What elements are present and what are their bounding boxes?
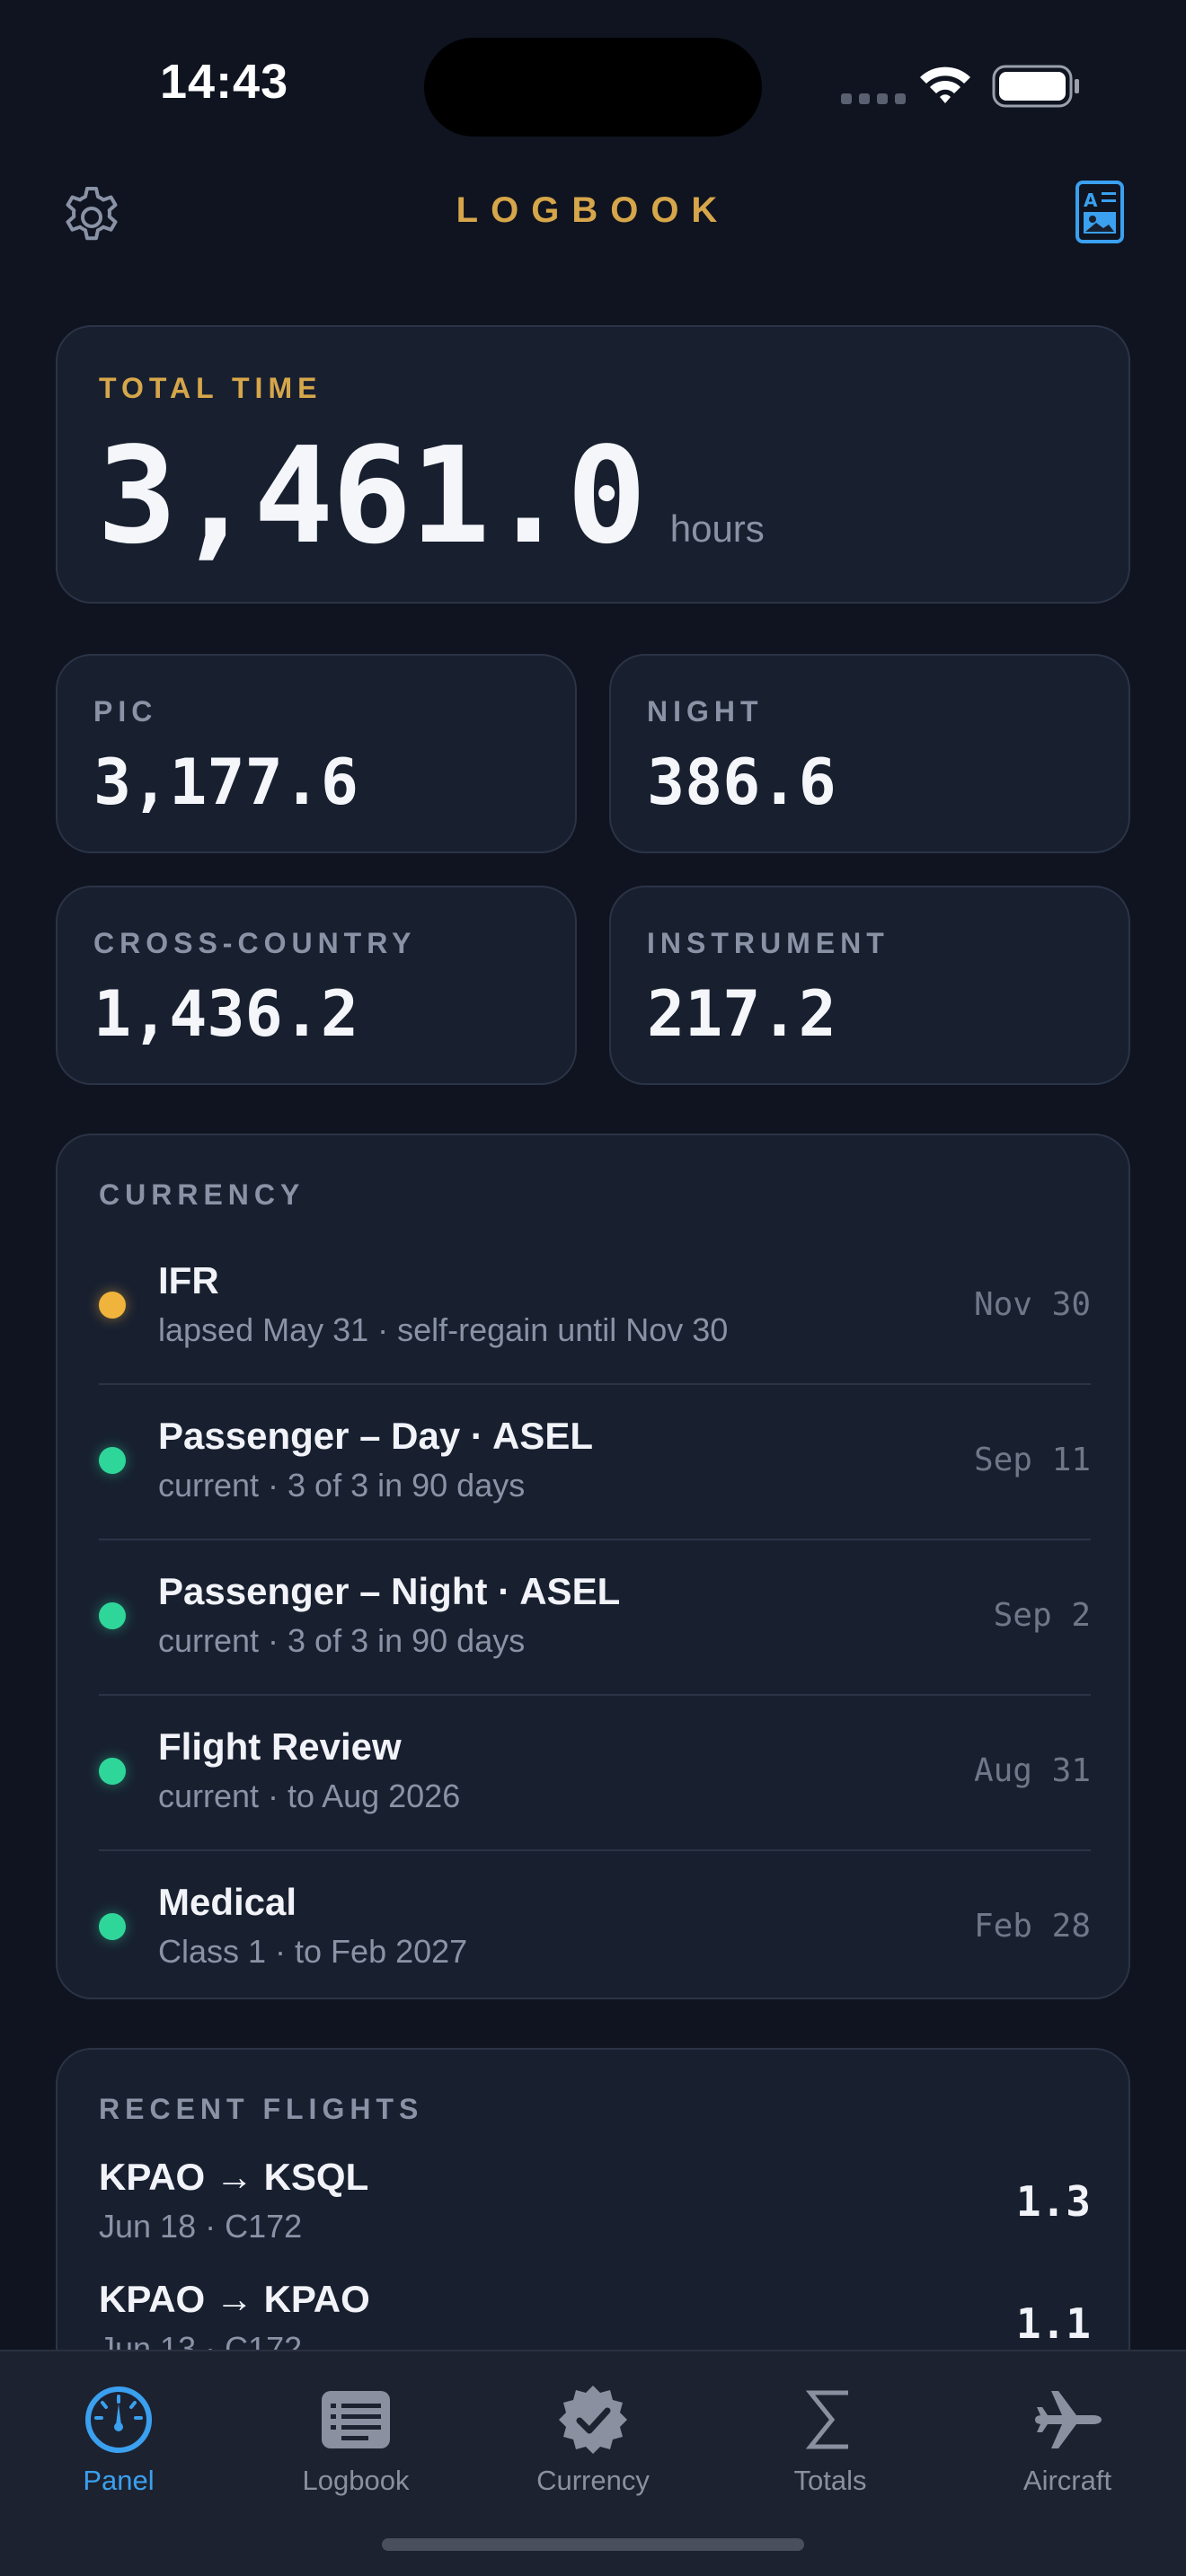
tab-label: Logbook bbox=[302, 2465, 410, 2496]
stat-card-instrument[interactable]: INSTRUMENT 217.2 bbox=[609, 886, 1130, 1085]
currency-item-flight-review[interactable]: Flight Review current · to Aug 2026 Aug … bbox=[99, 1697, 1091, 1851]
currency-item-date: Feb 28 bbox=[973, 1908, 1091, 1945]
currency-item-detail: current · 3 of 3 in 90 days bbox=[158, 1467, 526, 1504]
currency-item-detail: current · 3 of 3 in 90 days bbox=[158, 1622, 526, 1659]
status-dot-current bbox=[99, 1913, 126, 1940]
currency-item-date: Sep 2 bbox=[993, 1597, 1091, 1634]
page-title: LOGBOOK bbox=[456, 190, 730, 230]
stat-value: 3,177.6 bbox=[93, 745, 359, 819]
stat-card-pic[interactable]: PIC 3,177.6 bbox=[56, 654, 577, 853]
stat-value: 217.2 bbox=[647, 977, 836, 1051]
tab-label: Panel bbox=[83, 2465, 155, 2496]
status-dot-current bbox=[99, 1447, 126, 1474]
currency-item-medical[interactable]: Medical Class 1 · to Feb 2027 Feb 28 bbox=[99, 1852, 1091, 2007]
flight-route: KPAO → KSQL bbox=[99, 2156, 369, 2198]
home-indicator[interactable] bbox=[382, 2538, 804, 2551]
app-header: LOGBOOK A bbox=[0, 171, 1186, 260]
recent-flights-title: RECENT FLIGHTS bbox=[99, 2093, 424, 2125]
battery-icon bbox=[992, 65, 1079, 108]
currency-item-passenger-day[interactable]: Passenger – Day · ASEL current · 3 of 3 … bbox=[99, 1386, 1091, 1540]
sigma-icon bbox=[805, 2390, 848, 2449]
currency-item-detail: lapsed May 31 · self-regain until Nov 30 bbox=[158, 1311, 729, 1348]
cellular-signal-icon bbox=[841, 93, 906, 104]
currency-item-date: Sep 11 bbox=[973, 1442, 1091, 1478]
wifi-icon bbox=[920, 66, 970, 103]
currency-item-date: Aug 31 bbox=[973, 1752, 1091, 1789]
flight-duration: 1.1 bbox=[1015, 2299, 1091, 2348]
svg-text:A: A bbox=[1084, 190, 1098, 211]
currency-item-passenger-night[interactable]: Passenger – Night · ASEL current · 3 of … bbox=[99, 1541, 1091, 1696]
total-time-value: 3,461.0 hours bbox=[97, 419, 765, 573]
total-time-number: 3,461.0 bbox=[97, 419, 647, 573]
status-dot-current bbox=[99, 1602, 126, 1629]
tab-label: Aircraft bbox=[1022, 2465, 1112, 2496]
stat-label: NIGHT bbox=[647, 695, 764, 728]
seal-check-icon bbox=[559, 2386, 627, 2454]
flight-detail: Jun 18 · C172 bbox=[99, 2208, 303, 2245]
status-dot-current bbox=[99, 1758, 126, 1785]
tab-label: Totals bbox=[793, 2465, 867, 2496]
currency-item-ifr[interactable]: IFR lapsed May 31 · self-regain until No… bbox=[99, 1231, 1091, 1385]
flight-row[interactable]: KPAO → KSQL Jun 18 · C172 1.3 bbox=[99, 2156, 1091, 2272]
total-time-unit: hours bbox=[669, 507, 765, 550]
list-icon bbox=[322, 2391, 390, 2448]
stat-label: CROSS-COUNTRY bbox=[93, 927, 417, 959]
currency-item-name: Passenger – Night · ASEL bbox=[158, 1570, 621, 1612]
tab-panel[interactable]: Panel bbox=[0, 2369, 237, 2522]
status-dot-warning bbox=[99, 1292, 126, 1319]
stat-card-night[interactable]: NIGHT 386.6 bbox=[609, 654, 1130, 853]
tab-label: Currency bbox=[536, 2465, 650, 2496]
total-time-card[interactable]: TOTAL TIME 3,461.0 hours bbox=[56, 325, 1130, 604]
total-time-label: TOTAL TIME bbox=[99, 372, 323, 404]
currency-item-date: Nov 30 bbox=[973, 1286, 1091, 1323]
flight-route: KPAO → KPAO bbox=[99, 2278, 370, 2320]
airplane-icon bbox=[1035, 2391, 1102, 2448]
currency-item-name: Medical bbox=[158, 1881, 297, 1923]
stat-label: PIC bbox=[93, 695, 158, 728]
tab-logbook[interactable]: Logbook bbox=[237, 2369, 474, 2522]
dynamic-island bbox=[424, 38, 762, 137]
report-icon[interactable]: A bbox=[1075, 180, 1125, 244]
status-bar: 14:43 bbox=[0, 0, 1186, 171]
stat-value: 386.6 bbox=[647, 745, 836, 819]
tab-totals[interactable]: Totals bbox=[712, 2369, 949, 2522]
gauge-icon bbox=[85, 2386, 152, 2453]
currency-card: CURRENCY IFR lapsed May 31 · self-regain… bbox=[56, 1134, 1130, 1999]
currency-item-detail: Class 1 · to Feb 2027 bbox=[158, 1933, 468, 1970]
status-time: 14:43 bbox=[160, 55, 289, 109]
tab-aircraft[interactable]: Aircraft bbox=[949, 2369, 1186, 2522]
currency-title: CURRENCY bbox=[99, 1178, 305, 1211]
currency-item-name: Passenger – Day · ASEL bbox=[158, 1415, 593, 1457]
flight-duration: 1.3 bbox=[1015, 2177, 1091, 2226]
currency-item-detail: current · to Aug 2026 bbox=[158, 1778, 461, 1814]
currency-item-name: Flight Review bbox=[158, 1725, 402, 1768]
stat-label: INSTRUMENT bbox=[647, 927, 890, 959]
tab-currency[interactable]: Currency bbox=[474, 2369, 712, 2522]
currency-item-name: IFR bbox=[158, 1259, 219, 1301]
stat-card-cross-country[interactable]: CROSS-COUNTRY 1,436.2 bbox=[56, 886, 577, 1085]
stat-value: 1,436.2 bbox=[93, 977, 359, 1051]
